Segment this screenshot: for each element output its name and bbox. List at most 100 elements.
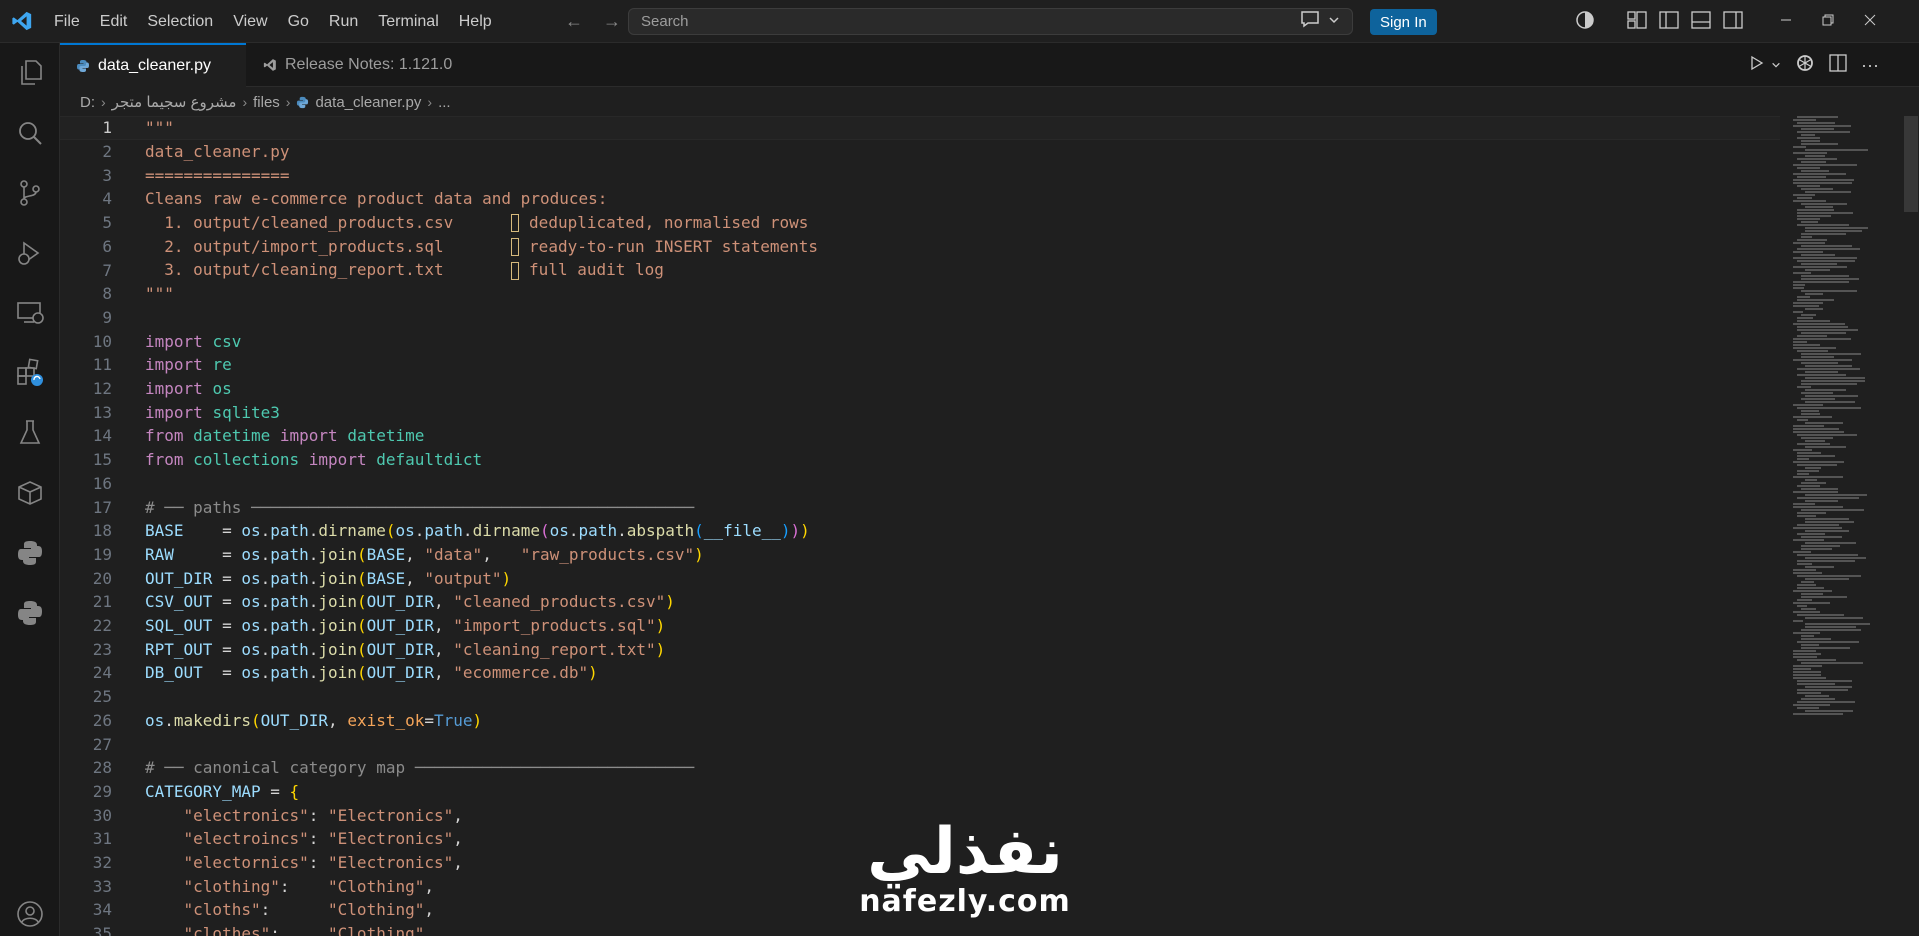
menu-edit[interactable]: Edit (90, 0, 138, 43)
code-line[interactable]: 10 import csv (60, 329, 1780, 353)
search-icon[interactable] (14, 117, 46, 149)
code-line[interactable]: 21 CSV_OUT = os.path.join(OUT_DIR, "clean… (60, 590, 1780, 614)
code-line[interactable]: 18 BASE = os.path.dirname(os.path.dirname… (60, 519, 1780, 543)
code-line[interactable]: 17 # ── paths ───────────────────────────… (60, 495, 1780, 519)
minimap-line (1793, 653, 1821, 655)
minimap-line (1797, 320, 1830, 322)
code-line[interactable]: 7 3. output/cleaning_report.txt full aud… (60, 258, 1780, 282)
minimize-icon[interactable] (1780, 13, 1792, 30)
menu-view[interactable]: View (223, 0, 277, 43)
minimap-line (1793, 491, 1838, 493)
minimap-line (1805, 617, 1864, 619)
code-line[interactable]: 15 from collections import defaultdict (60, 448, 1780, 472)
command-center-search[interactable]: Search (628, 8, 1353, 35)
tab-release-notes[interactable]: Release Notes: 1.121.0 (247, 43, 479, 87)
accounts-icon[interactable] (1575, 10, 1595, 34)
openai-icon[interactable] (1795, 53, 1815, 77)
sign-in-button[interactable]: Sign In (1370, 9, 1437, 35)
code-line[interactable]: 12 import os (60, 377, 1780, 401)
python-icon[interactable] (14, 537, 46, 569)
run-debug-icon[interactable] (14, 237, 46, 269)
code-line[interactable]: 19 RAW = os.path.join(BASE, "data", "raw_… (60, 543, 1780, 567)
toggle-secondary-sidebar-icon[interactable] (1723, 10, 1743, 33)
forward-arrow-icon[interactable]: → (601, 11, 623, 33)
run-dropdown-chevron-icon[interactable] (1771, 57, 1781, 74)
testing-icon[interactable] (14, 417, 46, 449)
breadcrumb-project-folder[interactable]: مشروع سجيما متجر (112, 93, 237, 111)
code-line[interactable]: 2 data_cleaner.py (60, 140, 1780, 164)
close-icon[interactable] (1864, 13, 1876, 30)
minimap-line (1805, 191, 1851, 193)
code-line[interactable]: 5 1. output/cleaned_products.csv dedupli… (60, 211, 1780, 235)
code-text: import csv (145, 331, 242, 351)
line-number: 13 (92, 402, 112, 422)
minimap-line (1797, 692, 1821, 694)
minimap-line (1797, 260, 1855, 262)
minimap-line (1793, 146, 1806, 148)
code-line[interactable]: 4 Cleans raw e-commerce product data and … (60, 187, 1780, 211)
breadcrumb-symbols[interactable]: ... (438, 94, 451, 111)
editor-scrollbar[interactable] (1903, 116, 1919, 936)
code-line[interactable]: 22 SQL_OUT = os.path.join(OUT_DIR, "impor… (60, 614, 1780, 638)
tab-data-cleaner[interactable]: data_cleaner.py (60, 43, 246, 87)
code-line[interactable]: 13 import sqlite3 (60, 400, 1780, 424)
extensions-icon[interactable] (14, 357, 46, 389)
account-icon[interactable] (14, 898, 46, 930)
menu-selection[interactable]: Selection (137, 0, 223, 43)
split-editor-icon[interactable] (1829, 54, 1847, 76)
python-file-icon (296, 96, 309, 109)
minimap-line (1801, 170, 1830, 172)
code-line[interactable]: 27 (60, 732, 1780, 756)
code-line[interactable]: 25 (60, 685, 1780, 709)
explorer-icon[interactable] (14, 57, 46, 89)
breadcrumb-drive[interactable]: D: (80, 94, 95, 111)
toggle-primary-sidebar-icon[interactable] (1659, 10, 1679, 33)
code-line[interactable]: 28 # ── canonical category map ──────────… (60, 756, 1780, 780)
menu-go[interactable]: Go (278, 0, 319, 43)
code-line[interactable]: 8 """ (60, 282, 1780, 306)
code-line[interactable]: 1 """ (60, 116, 1780, 140)
code-line[interactable]: 23 RPT_OUT = os.path.join(OUT_DIR, "clean… (60, 637, 1780, 661)
python-environments-icon[interactable] (14, 597, 46, 629)
vscode-logo-icon[interactable] (0, 0, 44, 43)
restore-icon[interactable] (1822, 13, 1834, 30)
code-line[interactable]: 14 from datetime import datetime (60, 424, 1780, 448)
code-line[interactable]: 24 DB_OUT = os.path.join(OUT_DIR, "ecomme… (60, 661, 1780, 685)
breadcrumb: D: › مشروع سجيما متجر › files › data_cle… (60, 88, 1919, 116)
menu-run[interactable]: Run (319, 0, 368, 43)
back-arrow-icon[interactable]: ← (563, 11, 585, 33)
code-line[interactable]: 29 CATEGORY_MAP = { (60, 780, 1780, 804)
code-line[interactable]: 16 (60, 472, 1780, 496)
customize-layout-icon[interactable] (1627, 10, 1647, 33)
code-line[interactable]: 11 import re (60, 353, 1780, 377)
breadcrumb-files-folder[interactable]: files (253, 94, 280, 111)
menu-file[interactable]: File (44, 0, 90, 43)
code-editor[interactable]: 1 """ 2 data_cleaner.py 3 =============== 4 Cle… (60, 116, 1900, 936)
code-line[interactable]: 20 OUT_DIR = os.path.join(BASE, "output") (60, 566, 1780, 590)
menu-help[interactable]: Help (449, 0, 502, 43)
remote-explorer-icon[interactable] (14, 297, 46, 329)
code-line[interactable]: 6 2. output/import_products.sql ready-to… (60, 235, 1780, 259)
code-line[interactable]: 26 os.makedirs(OUT_DIR, exist_ok=True) (60, 709, 1780, 733)
code-line[interactable]: 9 (60, 306, 1780, 330)
breadcrumb-file[interactable]: data_cleaner.py (315, 94, 421, 111)
chevron-right-icon: › (242, 94, 248, 110)
more-actions-icon[interactable]: ··· (1861, 55, 1879, 76)
run-python-file-icon[interactable] (1749, 55, 1765, 75)
line-number: 22 (92, 616, 112, 636)
chevron-right-icon: › (285, 94, 291, 110)
chat-icon[interactable] (1300, 10, 1320, 32)
minimap[interactable] (1783, 116, 1903, 716)
code-line[interactable]: 35 "clothes": "Clothing", (60, 922, 1780, 936)
containers-icon[interactable] (14, 477, 46, 509)
minimap-line (1793, 527, 1842, 529)
minimap-line (1793, 305, 1820, 307)
source-control-icon[interactable] (14, 177, 46, 209)
toggle-panel-icon[interactable] (1691, 10, 1711, 33)
scrollbar-thumb[interactable] (1904, 116, 1918, 212)
code-line[interactable]: 3 =============== (60, 163, 1780, 187)
minimap-line (1797, 407, 1862, 409)
line-number: 2 (102, 142, 112, 162)
menu-terminal[interactable]: Terminal (368, 0, 448, 43)
chevron-down-icon[interactable] (1328, 13, 1340, 30)
